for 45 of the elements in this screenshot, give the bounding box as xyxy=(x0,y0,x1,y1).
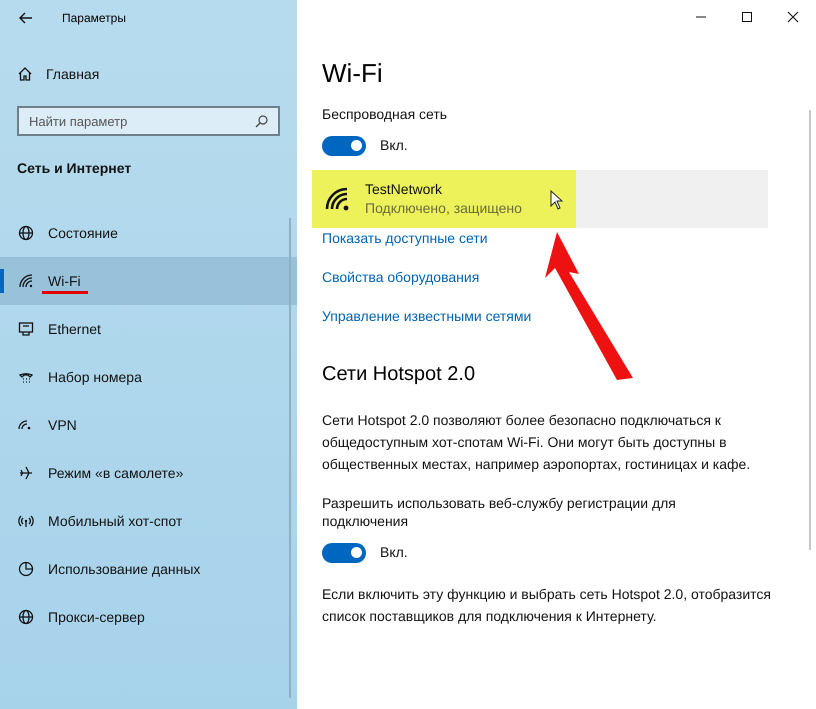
search-icon xyxy=(255,115,268,128)
nav-item[interactable]: Состояние xyxy=(0,209,297,257)
home-link[interactable]: Главная xyxy=(17,62,100,86)
antenna-icon xyxy=(18,513,34,529)
airplane-icon xyxy=(18,465,34,481)
toggle-switch[interactable] xyxy=(322,136,366,156)
globe-icon xyxy=(18,609,34,625)
nav-item[interactable]: Набор номера xyxy=(0,353,297,401)
page-title: Wi-Fi xyxy=(322,57,384,90)
setting-label: Разрешить использовать веб-службу регистрации для подключения xyxy=(322,494,677,530)
toggle-state: Вкл. xyxy=(380,136,408,155)
globe-icon xyxy=(18,225,34,241)
setting-label: Беспроводная сеть xyxy=(322,105,448,124)
nav-item[interactable]: Wi-Fi xyxy=(0,257,297,305)
nav-item[interactable]: VPN xyxy=(0,401,297,449)
network-name: TestNetwork xyxy=(365,180,444,199)
network-item[interactable]: TestNetwork Подключено, защищено xyxy=(312,170,768,228)
search-field[interactable]: Найти параметр xyxy=(17,106,280,136)
link[interactable]: Показать доступные сети xyxy=(322,229,488,247)
nav-item[interactable]: Использование данных xyxy=(0,545,297,593)
wifi-icon xyxy=(18,273,34,289)
underline-mark xyxy=(42,291,88,294)
back-button[interactable] xyxy=(18,10,34,26)
description-text: Сети Hotspot 2.0 позволяют более безопасно подключаться к общедоступным хот-спотам Wi-Fi. Они могут быть доступны в общественных местах, например аэропортах, гостиницах и кафе. xyxy=(322,411,752,474)
nav-item[interactable]: Ethernet xyxy=(0,305,297,353)
nav-item[interactable]: Режим «в самолете» xyxy=(0,449,297,497)
network-status: Подключено, защищено xyxy=(365,199,522,218)
toggle-switch[interactable] xyxy=(322,542,366,562)
home-icon xyxy=(17,66,33,82)
link[interactable]: Управление известными сетями xyxy=(322,307,532,325)
section-heading: Сети Hotspot 2.0 xyxy=(322,362,476,387)
nav-item[interactable]: Мобильный хот-спот xyxy=(0,497,297,545)
description-text: Если включить эту функцию и выбрать сеть Hotspot 2.0, отобразится список поставщиков для подключения к Интернету. xyxy=(322,585,772,626)
link[interactable]: Свойства оборудования xyxy=(322,268,480,286)
nav-item[interactable]: Прокси-сервер xyxy=(0,593,297,641)
maximize-icon xyxy=(741,11,753,23)
window-title: Параметры xyxy=(62,10,126,27)
pie-icon xyxy=(18,561,34,577)
monitor-icon xyxy=(18,321,34,337)
selection-indicator xyxy=(0,269,4,293)
close-icon xyxy=(787,11,799,23)
wifi-icon xyxy=(325,187,351,211)
cursor-icon xyxy=(550,190,563,210)
toggle-state: Вкл. xyxy=(380,543,408,562)
section-heading: Сеть и Интернет xyxy=(17,159,132,178)
